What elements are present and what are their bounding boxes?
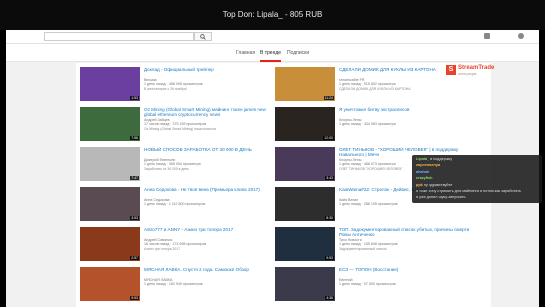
chat-message: Lipala_ в поддержку [416, 157, 538, 162]
chat-message: ppk ну здравствуйте [416, 183, 538, 188]
search-icon [200, 34, 206, 40]
chat-text: я уже донил шуку-запускать [416, 195, 466, 200]
video-meta: Oz Mining (Global Smart Mining) майнинг … [144, 107, 278, 135]
video-thumbnail[interactable]: 3:53 [80, 187, 140, 221]
video-duration: 12:00 [323, 136, 334, 140]
video-title[interactable]: Oz Mining (Global Smart Mining) майнинг … [144, 107, 278, 118]
account-icon[interactable] [518, 33, 524, 39]
video-duration: 7:47 [130, 176, 139, 180]
video-title[interactable]: ТОП. Задокументированный список убитых, … [339, 227, 473, 238]
video-item[interactable]: 12:00 Я уничтожил битву экстрасенсов Клоун… [275, 107, 475, 145]
video-thumbnail[interactable]: 8:30 [275, 187, 335, 221]
video-description: В кинотеатрах с 26 ноября! [144, 86, 187, 91]
video-thumbnail[interactable]: 4:36 [275, 267, 335, 301]
streamtrade-logo: S StreamTrade интеграция [446, 65, 494, 79]
video-description [339, 207, 473, 215]
video-duration: 7:56 [130, 136, 139, 140]
video-item[interactable]: 9:53 МЯСНАЯ ЛАВКА. Спустя 2 года. Самоказ… [80, 267, 280, 305]
donation-bar: Top Don: Lipala_ - 805 RUB [0, 0, 545, 30]
video-thumbnail[interactable]: 11:24 [275, 67, 335, 101]
video-description [144, 207, 278, 215]
video-title[interactable]: Анна Седокова - Не твоя вина (Премьера к… [144, 187, 278, 198]
video-meta: НОВЫЙ СПОСОБ ЗАРАБОТКА ОТ 30 000 В ДЕНЬ Д… [144, 147, 278, 175]
tab-home[interactable]: Главная [236, 44, 255, 62]
search-input[interactable] [44, 32, 194, 41]
video-title[interactable]: НОВЫЙ СПОСОБ ЗАРАБОТКА ОТ 30 000 В ДЕНЬ [144, 147, 278, 158]
video-thumbnail[interactable]: 7:47 [80, 147, 140, 181]
feed-tabs: Главная В тренде Подписки [6, 44, 539, 62]
video-duration: 2:57 [130, 256, 139, 260]
video-thumbnail[interactable]: 3:43 [275, 147, 335, 181]
stream-chat-overlay: Lipala_ в поддержку zaycewsenya ahahah cr… [412, 155, 542, 203]
youtube-header [6, 30, 539, 44]
chat-text: ну здравствуйте [423, 182, 453, 187]
tab-trending[interactable]: В тренде [260, 44, 282, 62]
tab-subscriptions[interactable]: Подписки [287, 44, 309, 62]
video-item[interactable]: 1:53 Доклад - Официальный трейлер Весьма 1 … [80, 67, 280, 105]
video-meta: Astro777 и ANNY - Азино три топора 2017 А… [144, 227, 278, 255]
video-description: СДЕЛАЛИ ДОМИК ДЛЯ КУКЛЫ ИЗ КАРТОНА [339, 86, 411, 91]
video-item[interactable]: 11:24 СДЕЛАЛИ ДОМИК ДЛЯ КУКЛЫ ИЗ КАРТОНА s… [275, 67, 475, 105]
logo-mark: S [446, 65, 456, 75]
video-description: Oz Mining (Global Smart Mining) наши нов… [144, 126, 216, 131]
chat-message: я тоже хочу стримить для майнинга и пото… [416, 189, 538, 194]
video-duration: 9:53 [130, 296, 139, 300]
video-duration: 1:53 [130, 96, 139, 100]
video-meta: ЕСЗ — ТОПОН (Восстание) Евгений 1 день наз… [339, 267, 473, 295]
video-thumbnail[interactable]: 7:56 [80, 107, 140, 141]
video-thumbnail[interactable]: 2:57 [80, 227, 140, 261]
chat-username: ppk [416, 182, 423, 187]
chat-username: crazyfish [416, 176, 433, 181]
chat-message: zaycewsenya [416, 163, 538, 168]
chat-username: Lipala_ [416, 157, 430, 161]
video-item[interactable]: 7:47 НОВЫЙ СПОСОБ ЗАРАБОТКА ОТ 30 000 В Д… [80, 147, 280, 185]
video-duration: 8:30 [325, 216, 334, 220]
chat-text: в поддержку [430, 157, 453, 161]
chat-username: zaycewsenya [416, 163, 441, 168]
video-meta: МЯСНАЯ ЛАВКА. Спустя 2 года. Самоказ! Об… [144, 267, 278, 295]
chat-message: crazyfish [416, 176, 538, 181]
video-item[interactable]: 9:53 ТОП. Задокументированный список убит… [275, 227, 475, 265]
video-duration: 11:24 [323, 96, 334, 100]
video-item[interactable]: 2:57 Astro777 и ANNY - Азино три топора 2… [80, 227, 280, 265]
video-duration: 4:36 [325, 296, 334, 300]
video-item[interactable]: 7:56 Oz Mining (Global Smart Mining) майн… [80, 107, 280, 145]
video-description: Заработать от 30 000 в день [144, 166, 189, 171]
search-button[interactable] [194, 32, 212, 41]
chat-message: ahahah [416, 170, 538, 175]
video-duration: 3:53 [130, 216, 139, 220]
video-title[interactable]: Я уничтожил битву экстрасенсов [339, 107, 473, 118]
video-thumbnail[interactable]: 12:00 [275, 107, 335, 141]
video-meta: Доклад - Официальный трейлер Весьма 1 день… [144, 67, 278, 95]
video-duration: 9:53 [325, 256, 334, 260]
chat-text: я тоже хочу стримить для майнинга и пото… [416, 189, 521, 193]
chat-message: я уже донил шуку-запускать [416, 195, 538, 200]
video-meta: ТОП. Задокументированный список убитых, … [339, 227, 473, 255]
donation-title: Top Don: Lipala_ - 805 RUB [222, 10, 323, 19]
chat-username: ahahah [416, 169, 430, 174]
video-thumbnail[interactable]: 9:53 [275, 227, 335, 261]
video-meta: Я уничтожил битву экстрасенсов Клоуны Лен… [339, 107, 473, 135]
video-title[interactable]: Доклад - Официальный трейлер [144, 67, 278, 78]
video-duration: 3:43 [325, 176, 334, 180]
video-description [144, 287, 278, 295]
video-description [339, 287, 473, 295]
upload-icon[interactable] [484, 33, 490, 39]
video-title[interactable]: МЯСНАЯ ЛАВКА. Спустя 2 года. Самоказ! Об… [144, 267, 278, 278]
video-description: Азино три топора 2017 [144, 246, 181, 251]
logo-name: StreamTrade [458, 65, 495, 71]
video-item[interactable]: 3:53 Анна Седокова - Не твоя вина (Премье… [80, 187, 280, 225]
video-meta: Анна Седокова - Не твоя вина (Премьера к… [144, 187, 278, 215]
video-description: Задокументированный список [339, 246, 387, 251]
video-thumbnail[interactable]: 1:53 [80, 67, 140, 101]
video-title[interactable]: Astro777 и ANNY - Азино три топора 2017 [144, 227, 278, 238]
video-thumbnail[interactable]: 9:53 [80, 267, 140, 301]
video-item[interactable]: 4:36 ЕСЗ — ТОПОН (Восстание) Евгений 1 день… [275, 267, 475, 305]
logo-sub: интеграция [458, 72, 477, 76]
video-description [339, 127, 473, 135]
video-title[interactable]: ЕСЗ — ТОПОН (Восстание) [339, 267, 473, 278]
